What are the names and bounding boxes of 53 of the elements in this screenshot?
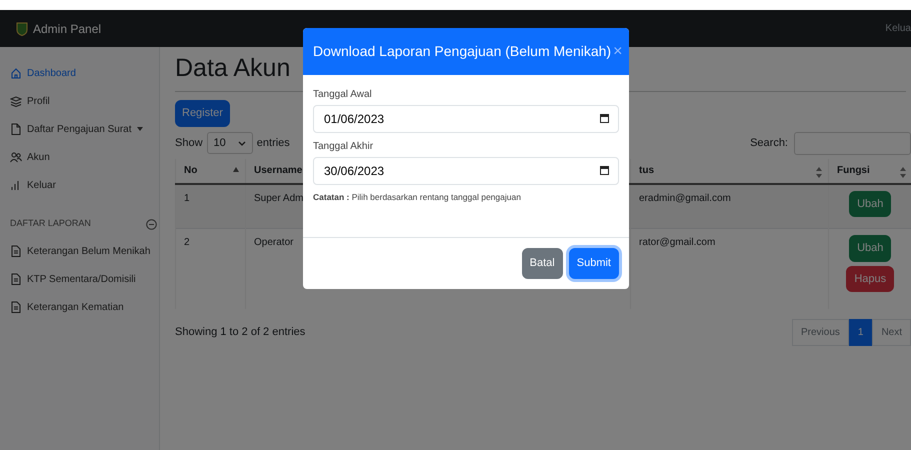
sidebar-item[interactable]: Keterangan Kematian — [10, 293, 124, 321]
calendar-icon — [600, 114, 609, 123]
shield-logo-icon — [16, 22, 28, 36]
search-label: Search: — [750, 136, 788, 151]
cancel-button[interactable]: Batal — [522, 248, 563, 279]
table-info: Showing 1 to 2 of 2 entries — [175, 324, 306, 340]
sort-icon — [816, 166, 822, 178]
pagination-link[interactable]: Previous — [792, 318, 849, 346]
field-label: Tanggal Awal — [313, 88, 373, 102]
show-label: Show — [175, 136, 203, 151]
date-field[interactable]: 30/06/2023 — [313, 157, 619, 185]
close-button[interactable]: × — [611, 40, 624, 64]
house-icon — [10, 67, 22, 79]
logout-link[interactable]: Kelua — [885, 21, 911, 36]
edit-button[interactable]: Ubah — [849, 190, 892, 217]
table-cell: rator@gmail.com — [630, 228, 828, 308]
collapse-icon[interactable] — [146, 218, 157, 230]
sidebar-item[interactable]: Keterangan Belum Menikah — [10, 237, 150, 265]
sidebar-item[interactable]: Profil — [10, 87, 50, 115]
edit-button[interactable]: Ubah — [849, 235, 892, 262]
table-cell: 1 — [176, 184, 246, 228]
layers-icon — [10, 95, 22, 107]
register-button[interactable]: Register — [175, 100, 230, 126]
field-label: Tanggal Akhir — [313, 140, 374, 154]
calendar-icon — [600, 166, 609, 175]
sidebar-item[interactable]: Dashboard — [10, 59, 76, 87]
document-icon — [10, 301, 22, 313]
pagination-link[interactable]: Next — [872, 318, 911, 346]
table-cell: eradmin@gmail.com — [630, 184, 828, 228]
sidebar-item[interactable]: KTP Sementara/Domisili — [10, 265, 136, 293]
section-heading: DAFTAR LAPORAN — [10, 217, 91, 230]
search-field[interactable] — [794, 132, 911, 154]
sidebar-item[interactable]: Akun — [10, 143, 50, 171]
pagination-link[interactable]: 1 — [848, 318, 872, 346]
note-text: Catatan : Pilih berdasarkan rentang tanggal pengajuan — [313, 191, 522, 204]
chevron-down-icon — [238, 140, 246, 146]
people-icon — [10, 151, 22, 163]
date-field[interactable]: 01/06/2023 — [313, 105, 619, 133]
brand-name[interactable]: Admin Panel — [33, 20, 102, 38]
dialog-title: Download Laporan Pengajuan (Belum Menikah) — [313, 43, 612, 60]
page-title: Data Akun — [175, 53, 292, 83]
page-length-select[interactable]: 10 — [206, 132, 253, 154]
sidebar-item[interactable]: Keluar — [10, 171, 56, 199]
delete-button[interactable]: Hapus — [846, 266, 894, 292]
file-icon — [10, 123, 22, 135]
sidebar-item[interactable]: Daftar Pengajuan Surat — [10, 115, 143, 143]
submit-button[interactable]: Submit — [568, 248, 619, 279]
document-icon — [10, 245, 22, 257]
table-cell: 2 — [176, 228, 246, 308]
document-icon — [10, 273, 22, 285]
sort-ascending-icon — [233, 166, 239, 172]
sort-icon — [900, 166, 906, 178]
entries-label: entries — [256, 136, 290, 151]
